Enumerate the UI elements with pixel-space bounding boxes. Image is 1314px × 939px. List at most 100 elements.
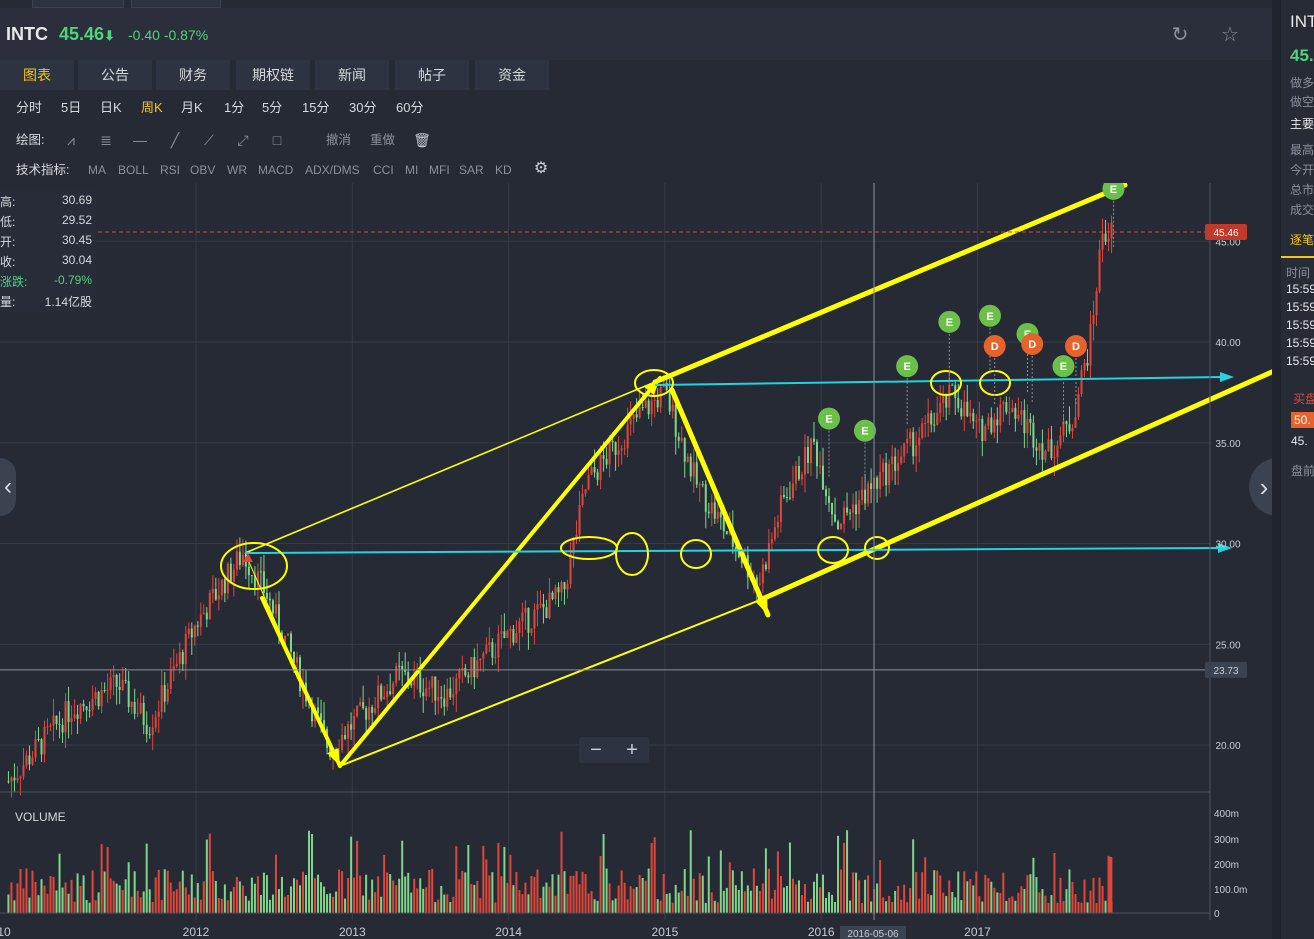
candle-body [103,690,106,692]
top-tab-stub-2[interactable] [131,0,221,8]
candle-body [674,404,677,437]
settings-gear-icon[interactable]: ⚙ [532,161,550,177]
volume-bar [302,871,305,913]
volume-bar [226,900,229,913]
period-weekly[interactable]: 周K [141,95,163,121]
tab-options[interactable]: 期权链 [236,60,312,90]
tab-chart[interactable]: 图表 [0,60,76,90]
rectangle-icon[interactable]: □ [268,132,286,148]
chevron-left-icon[interactable]: ‹ [0,458,16,516]
tab-posts[interactable]: 帖子 [395,60,471,90]
star-icon[interactable]: ☆ [1219,24,1241,46]
tab-financials[interactable]: 财务 [156,60,232,90]
y-tick-label: 25.00 [1215,640,1240,651]
volume-bar [49,876,52,913]
top-tab-stub-1[interactable] [32,0,124,8]
indicator-mi[interactable]: MI [405,157,418,183]
volume-bar [846,830,849,913]
volume-bar [948,880,951,913]
volume-bar [653,837,656,913]
undo-button[interactable]: 撤消 [326,127,351,153]
annotation-drawings [220,183,1272,768]
candle-body [858,499,861,515]
period-5min[interactable]: 5分 [262,95,282,121]
polyline-icon[interactable]: ⩘ [62,132,80,148]
period-5day[interactable]: 5日 [61,95,81,121]
horizontal-line-icon[interactable]: — [131,132,149,148]
volume-bar [767,868,770,913]
zoom-out-button[interactable]: − [579,737,613,763]
indicator-cci[interactable]: CCI [373,157,394,183]
side-trades-tab[interactable]: 逐笔 [1290,231,1314,248]
volume-bar [187,894,190,913]
redo-button[interactable]: 重做 [370,127,395,153]
volume-bar [55,890,58,913]
volume-bar [752,868,755,913]
volume-bar [106,846,109,913]
indicator-rsi[interactable]: RSI [160,157,180,183]
period-15min[interactable]: 15分 [302,95,329,121]
refresh-icon[interactable]: ↻ [1169,24,1191,46]
event-marker-label: E [1060,361,1067,373]
period-intraday[interactable]: 分时 [16,95,42,121]
indicator-wr[interactable]: WR [227,157,247,183]
candle-body [996,419,999,426]
candle-body [629,418,632,425]
candle-body [939,403,942,414]
down-arrow-1 [260,596,342,768]
indicator-mfi[interactable]: MFI [429,157,450,183]
candle-body [527,607,530,633]
candle-body [704,484,707,512]
candle-body [602,455,605,459]
volume-bar [867,875,870,913]
indicator-ma[interactable]: MA [88,157,106,183]
volume-bar [274,854,277,913]
volume-bar [918,898,921,913]
indicator-obv[interactable]: OBV [190,157,215,183]
tab-news[interactable]: 新闻 [315,60,391,90]
period-1min[interactable]: 1分 [224,95,244,121]
candle-body [70,718,73,723]
period-60min[interactable]: 60分 [396,95,423,121]
candle-body [999,404,1002,426]
candle-body [422,692,425,697]
candle-body [22,765,25,777]
segment-line-icon[interactable]: ⤢ [234,132,252,148]
volume-bar [945,896,948,913]
indicator-macd[interactable]: MACD [258,157,293,183]
candle-body [770,539,773,543]
volume-bar [404,876,407,913]
trash-icon[interactable]: 🗑 [413,132,431,148]
volume-bar [280,876,283,913]
period-daily[interactable]: 日K [100,95,122,121]
fib-lines-icon[interactable]: ≣ [97,132,115,148]
candle-body [470,657,473,678]
tab-funds[interactable]: 资金 [475,60,551,90]
volume-bar [512,885,515,913]
candle-body [960,408,963,417]
candle-body [1023,410,1026,434]
indicator-boll[interactable]: BOLL [118,157,149,183]
indicator-sar[interactable]: SAR [459,157,484,183]
volume-bar [909,888,912,913]
volume-bar [229,891,232,913]
trend-line-icon[interactable]: ╱ [166,132,184,148]
side-bid-price: 45. [1291,434,1308,448]
candle-body [692,462,695,477]
period-monthly[interactable]: 月K [181,95,203,121]
candle-body [891,456,894,464]
indicator-adx[interactable]: ADX/DMS [305,157,360,183]
candle-body [918,437,921,446]
candle-body [719,511,722,518]
period-30min[interactable]: 30分 [349,95,376,121]
price-chart[interactable]: EEEEEEEEDDD 45.0040.0035.0030.0025.0020.… [0,183,1272,939]
volume-bar [235,877,238,913]
candle-body [455,678,458,695]
candle-body [548,592,551,618]
ray-line-icon[interactable]: ⟋ [200,132,218,148]
tab-announcements[interactable]: 公告 [78,60,154,90]
indicator-kd[interactable]: KD [495,157,512,183]
volume-bar [999,893,1002,913]
candle-body [295,657,298,663]
zoom-in-button[interactable]: + [615,737,649,763]
